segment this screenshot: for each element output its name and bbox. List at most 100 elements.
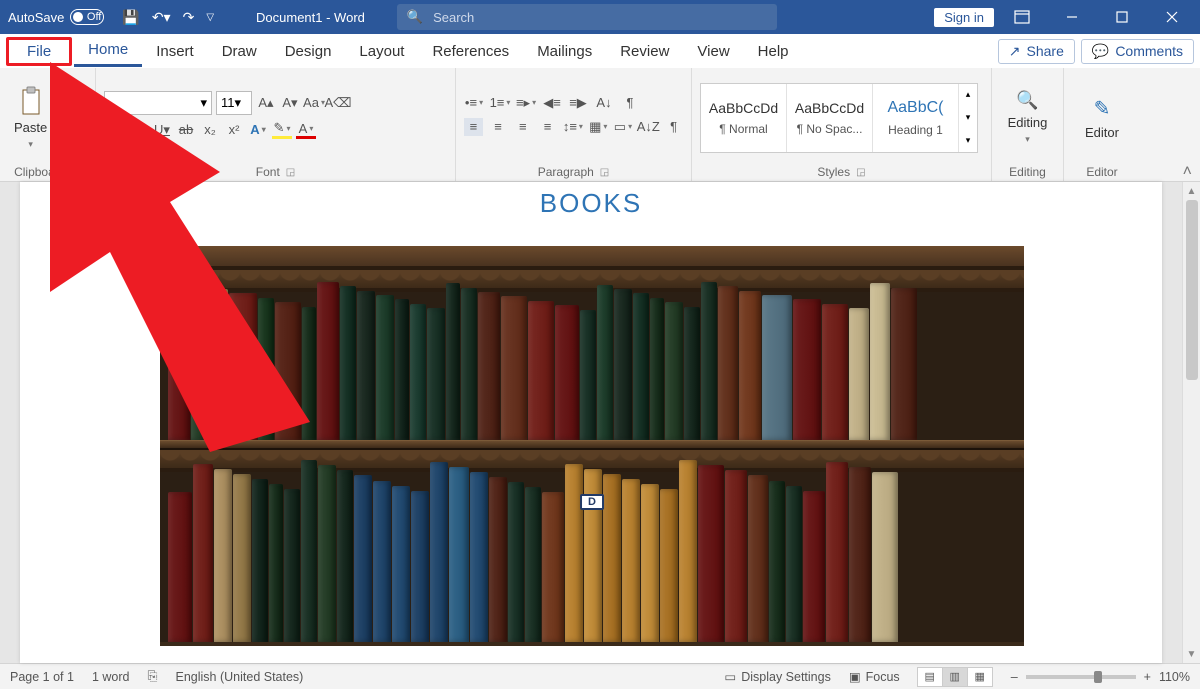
zoom-level[interactable]: 110% bbox=[1159, 670, 1190, 684]
sign-in-button[interactable]: Sign in bbox=[934, 8, 994, 27]
document-page[interactable]: BOOKS D bbox=[20, 182, 1162, 663]
clear-formatting-icon[interactable]: A⌫ bbox=[328, 94, 348, 112]
bold-icon[interactable]: B bbox=[104, 121, 124, 139]
italic-icon[interactable]: I bbox=[128, 121, 148, 139]
tab-mailings[interactable]: Mailings bbox=[523, 37, 606, 66]
focus-icon: ▣ bbox=[849, 669, 861, 684]
font-color-icon[interactable]: A bbox=[296, 121, 316, 139]
tab-review[interactable]: Review bbox=[606, 37, 683, 66]
redo-icon[interactable]: ↷ bbox=[183, 9, 195, 26]
format-painter-icon[interactable]: 🖌 bbox=[57, 135, 75, 153]
zoom-in-icon[interactable]: + bbox=[1144, 670, 1151, 684]
zoom-out-icon[interactable]: – bbox=[1011, 670, 1018, 684]
underline-icon[interactable]: U▾ bbox=[152, 121, 172, 139]
change-case-icon[interactable]: Aa bbox=[304, 94, 324, 112]
tab-view[interactable]: View bbox=[683, 37, 743, 66]
tab-home[interactable]: Home bbox=[74, 35, 142, 67]
decrease-indent-icon[interactable]: ◀≡ bbox=[542, 94, 562, 112]
bullets-icon[interactable]: •≡ bbox=[464, 94, 484, 112]
increase-indent-icon[interactable]: ≡▶ bbox=[568, 94, 588, 112]
sort-icon[interactable]: A↓ bbox=[594, 94, 614, 112]
grow-font-icon[interactable]: A▴ bbox=[256, 94, 276, 112]
shelf-tag: D bbox=[580, 494, 604, 510]
share-button[interactable]: ↗Share bbox=[998, 39, 1075, 64]
font-name-select[interactable]: ▾ bbox=[104, 91, 212, 115]
web-layout-icon[interactable]: ▦ bbox=[967, 667, 993, 687]
align-center-icon[interactable]: ≡ bbox=[489, 118, 508, 136]
justify-icon[interactable]: ≡ bbox=[538, 118, 557, 136]
clipboard-dialog-launcher-icon[interactable]: ◲ bbox=[71, 167, 80, 178]
style-normal[interactable]: AaBbCcDd ¶ Normal bbox=[701, 84, 787, 152]
scroll-down-icon[interactable]: ▼ bbox=[1183, 645, 1200, 663]
search-box[interactable]: 🔍 Search bbox=[397, 4, 777, 30]
style-heading-1[interactable]: AaBbC( Heading 1 bbox=[873, 84, 959, 152]
align-right-icon[interactable]: ≡ bbox=[513, 118, 532, 136]
spellcheck-icon[interactable]: ⎘ bbox=[147, 669, 157, 684]
maximize-icon[interactable] bbox=[1100, 0, 1144, 34]
group-editing: 🔍 Editing ▾ Editing bbox=[992, 68, 1064, 181]
paragraph-dialog-launcher-icon[interactable]: ◲ bbox=[600, 167, 609, 178]
styles-gallery[interactable]: AaBbCcDd ¶ Normal AaBbCcDd ¶ No Spac... … bbox=[700, 83, 978, 153]
collapse-ribbon-icon[interactable]: ˄ bbox=[1183, 163, 1192, 181]
multilevel-list-icon[interactable]: ≡▸ bbox=[516, 94, 536, 112]
ribbon-display-options-icon[interactable] bbox=[1000, 0, 1044, 34]
find-icon: 🔍 bbox=[1016, 90, 1038, 111]
print-layout-icon[interactable]: ▥ bbox=[942, 667, 968, 687]
tab-insert[interactable]: Insert bbox=[142, 37, 208, 66]
document-title: Document1 - Word bbox=[256, 10, 365, 25]
font-size-select[interactable]: 11 ▾ bbox=[216, 91, 252, 115]
subscript-icon[interactable]: x₂ bbox=[200, 121, 220, 139]
align-left-icon[interactable]: ≡ bbox=[464, 118, 483, 136]
line-spacing-icon[interactable]: ↕≡ bbox=[563, 118, 583, 136]
sort-az-icon[interactable]: A↓Z bbox=[638, 118, 658, 136]
text-effects-icon[interactable]: A bbox=[248, 121, 268, 139]
superscript-icon[interactable]: x² bbox=[224, 121, 244, 139]
zoom-control: – + 110% bbox=[1011, 670, 1190, 684]
zoom-slider[interactable] bbox=[1026, 675, 1136, 679]
group-font: ▾ 11 ▾ A▴ A▾ Aa A⌫ B I U▾ ab x₂ x² A ✎ A bbox=[96, 68, 456, 181]
scroll-thumb[interactable] bbox=[1186, 200, 1198, 380]
language-indicator[interactable]: English (United States) bbox=[176, 670, 304, 684]
numbering-icon[interactable]: 1≡ bbox=[490, 94, 510, 112]
vertical-scrollbar[interactable]: ▲ ▼ bbox=[1182, 182, 1200, 663]
tab-design[interactable]: Design bbox=[271, 37, 346, 66]
display-settings-button[interactable]: ▭Display Settings bbox=[724, 669, 830, 684]
pilcrow-icon[interactable]: ¶ bbox=[664, 118, 683, 136]
font-dialog-launcher-icon[interactable]: ◲ bbox=[286, 167, 295, 178]
cut-icon[interactable]: ✂ bbox=[57, 83, 75, 101]
view-mode-buttons: ▤ ▥ ▦ bbox=[918, 667, 993, 687]
focus-button[interactable]: ▣Focus bbox=[849, 669, 900, 684]
minimize-icon[interactable] bbox=[1050, 0, 1094, 34]
tab-help[interactable]: Help bbox=[744, 37, 803, 66]
tab-layout[interactable]: Layout bbox=[345, 37, 418, 66]
shading-icon[interactable]: ▦ bbox=[589, 118, 608, 136]
editing-button[interactable]: 🔍 Editing ▾ bbox=[1002, 86, 1054, 149]
strikethrough-icon[interactable]: ab bbox=[176, 121, 196, 139]
close-icon[interactable] bbox=[1150, 0, 1194, 34]
save-icon[interactable]: 💾 bbox=[122, 9, 139, 26]
shrink-font-icon[interactable]: A▾ bbox=[280, 94, 300, 112]
read-mode-icon[interactable]: ▤ bbox=[917, 667, 943, 687]
customize-qat-icon[interactable]: ▽ bbox=[206, 12, 214, 23]
page-indicator[interactable]: Page 1 of 1 bbox=[10, 670, 74, 684]
scroll-up-icon[interactable]: ▲ bbox=[1183, 182, 1200, 200]
paste-button[interactable]: Paste ▾ bbox=[8, 82, 53, 154]
tab-references[interactable]: References bbox=[418, 37, 523, 66]
autosave-toggle[interactable]: AutoSave Off bbox=[8, 9, 104, 25]
share-icon: ↗ bbox=[1009, 43, 1021, 60]
comments-button[interactable]: 💬Comments bbox=[1081, 39, 1194, 64]
editor-button[interactable]: ✎ Editor bbox=[1079, 92, 1125, 144]
tab-file[interactable]: File bbox=[6, 37, 72, 66]
highlight-icon[interactable]: ✎ bbox=[272, 121, 292, 139]
word-count[interactable]: 1 word bbox=[92, 670, 130, 684]
borders-icon[interactable]: ▭ bbox=[614, 118, 633, 136]
styles-dialog-launcher-icon[interactable]: ◲ bbox=[856, 167, 865, 178]
styles-expand-icon[interactable]: ▴▾▾ bbox=[959, 84, 977, 152]
tab-draw[interactable]: Draw bbox=[208, 37, 271, 66]
style-no-spacing[interactable]: AaBbCcDd ¶ No Spac... bbox=[787, 84, 873, 152]
document-heading: BOOKS bbox=[20, 188, 1162, 219]
copy-icon[interactable]: ⧉ bbox=[57, 109, 75, 127]
show-marks-icon[interactable]: ¶ bbox=[620, 94, 640, 112]
undo-icon[interactable]: ↶▾ bbox=[152, 9, 171, 26]
bookshelf-image[interactable]: D bbox=[160, 246, 1024, 646]
